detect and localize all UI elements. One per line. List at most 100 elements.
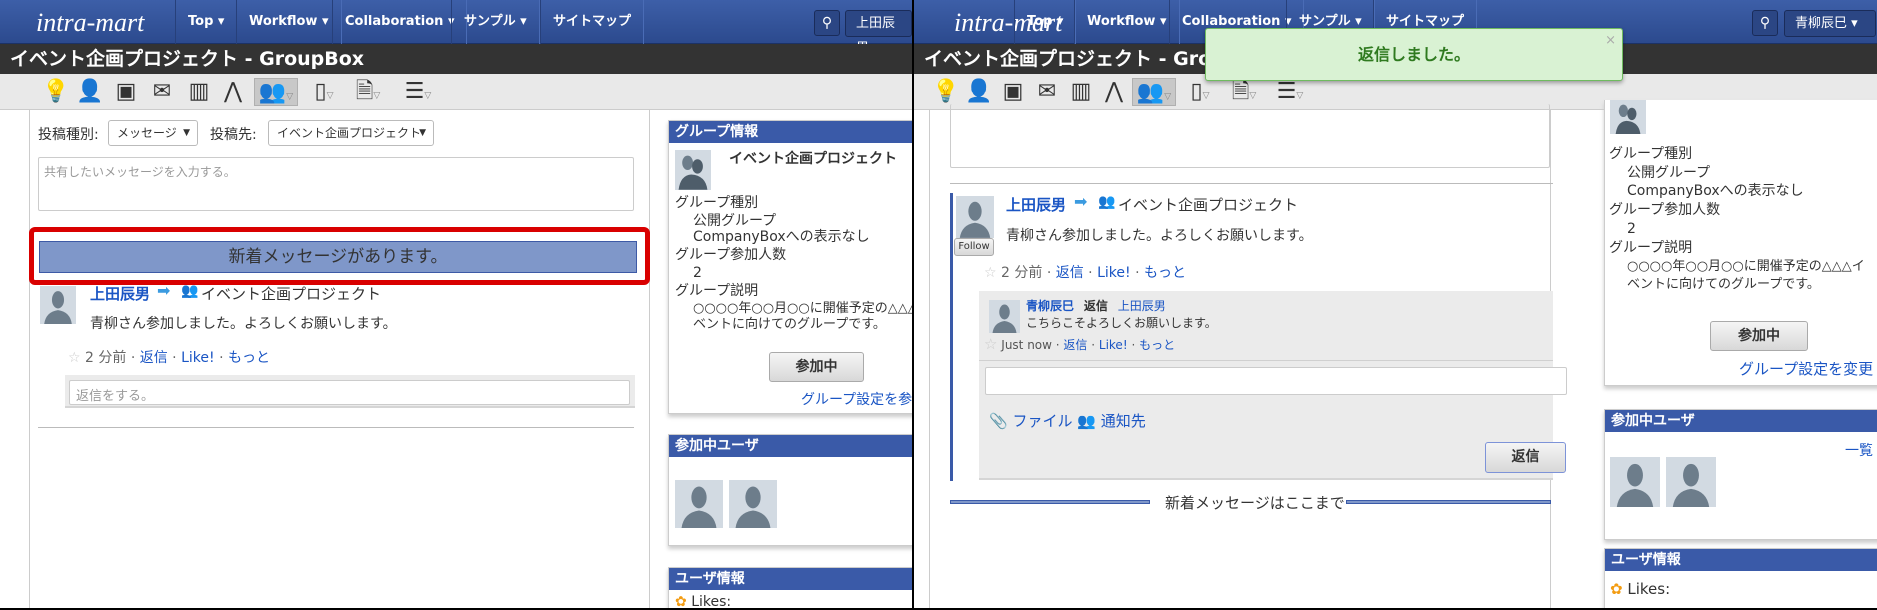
- post-to-select[interactable]: イベント企画プロジェクト ▼: [268, 120, 434, 146]
- user-icon[interactable]: 👤: [964, 78, 994, 106]
- reply-avatar[interactable]: [989, 300, 1020, 333]
- flower-icon: ✿: [675, 594, 687, 608]
- document-icon[interactable]: 🗎▽: [1224, 78, 1264, 106]
- post-target[interactable]: イベント企画プロジェクト: [201, 283, 381, 304]
- reply-author[interactable]: 青柳辰巳: [1026, 299, 1074, 313]
- building-icon[interactable]: ▥: [184, 78, 214, 106]
- nav-workflow[interactable]: Workflow ▾: [236, 0, 342, 44]
- follow-button[interactable]: Follow: [954, 238, 994, 256]
- box-icon[interactable]: ▣: [111, 78, 141, 106]
- likes-label: ✿ Likes:: [675, 594, 732, 608]
- box-icon[interactable]: ▣: [998, 78, 1028, 106]
- like-link[interactable]: Like!: [1099, 338, 1128, 352]
- nav-top[interactable]: Top ▾: [175, 0, 238, 44]
- attach-row: 📎 ファイル 👥 通知先: [989, 410, 1146, 431]
- user-icon[interactable]: 👤: [75, 78, 105, 106]
- compass-icon[interactable]: ⋀: [1099, 78, 1129, 106]
- post-author[interactable]: 上田辰男: [90, 283, 150, 304]
- post-type-select[interactable]: メッセージ ▼: [108, 120, 198, 146]
- list-icon[interactable]: ☰▽: [398, 78, 438, 106]
- joined-button[interactable]: 参加中: [1710, 321, 1808, 351]
- reply-action: 返信: [1083, 299, 1108, 313]
- panel-header: ユーザ情報: [669, 568, 912, 590]
- intra-mart-logo[interactable]: intra-mart: [36, 8, 144, 38]
- mail-icon[interactable]: ✉: [1032, 78, 1062, 106]
- group-icon[interactable]: 👥▽: [254, 78, 298, 106]
- profile-icon[interactable]: ▯▽: [304, 78, 344, 106]
- member-avatar[interactable]: [675, 480, 723, 528]
- new-messages-end-line: [950, 500, 1150, 504]
- toast-notification: 返信しました。 ×: [1205, 28, 1623, 81]
- reply-body: こちらこそよろしくお願いします。: [1026, 316, 1217, 330]
- avatar[interactable]: [40, 286, 76, 324]
- group-avatar: [675, 150, 711, 190]
- post-target[interactable]: イベント企画プロジェクト: [1118, 194, 1298, 215]
- document-icon[interactable]: 🗎▽: [348, 78, 388, 106]
- reply-to[interactable]: 上田辰男: [1118, 299, 1166, 313]
- reply-footer: ☆ Just now · 返信 · Like! · もっと: [984, 335, 1176, 353]
- reply-link[interactable]: 返信: [1056, 265, 1084, 281]
- reply-link[interactable]: 返信: [140, 350, 168, 366]
- post-left-border: [950, 193, 953, 481]
- panel-header: ユーザ情報: [1605, 549, 1877, 571]
- reply-link[interactable]: 返信: [1063, 338, 1087, 352]
- post-type-label: 投稿種別:: [38, 127, 99, 143]
- user-info-panel: ユーザ情報 ✿ Likes:: [668, 567, 912, 608]
- flower-icon: ✿: [1610, 580, 1623, 598]
- more-link[interactable]: もっと: [228, 350, 270, 366]
- group-settings-link[interactable]: グループ設定を変更: [1739, 358, 1873, 379]
- members-panel: 参加中ユーザ: [668, 434, 912, 546]
- member-avatar[interactable]: [1666, 457, 1716, 507]
- new-messages-end-line: [1346, 500, 1551, 504]
- right-screen: intra-mart Top ▾ Workflow ▾ Collaboratio…: [914, 0, 1877, 608]
- profile-icon[interactable]: ▯▽: [1180, 78, 1220, 106]
- star-icon[interactable]: ☆: [984, 335, 997, 353]
- post-author[interactable]: 上田辰男: [1006, 194, 1066, 215]
- compass-icon[interactable]: ⋀: [218, 78, 248, 106]
- more-link[interactable]: もっと: [1139, 338, 1175, 352]
- message-input[interactable]: [950, 104, 1550, 168]
- close-icon[interactable]: ×: [1605, 15, 1616, 66]
- nav-sitemap[interactable]: サイトマップ: [540, 0, 645, 44]
- member-avatar[interactable]: [729, 480, 777, 528]
- reply-input[interactable]: 返信をする。: [69, 380, 630, 405]
- building-icon[interactable]: ▥: [1066, 78, 1096, 106]
- mail-icon[interactable]: ✉: [147, 78, 177, 106]
- reply-input[interactable]: [985, 367, 1567, 395]
- like-link[interactable]: Like!: [181, 350, 215, 366]
- search-icon[interactable]: ⚲: [1752, 10, 1778, 36]
- members-list-link[interactable]: 一覧: [1845, 440, 1873, 460]
- member-avatar[interactable]: [1610, 457, 1660, 507]
- post-body: 青柳さん参加しました。よろしくお願いします。: [1006, 228, 1313, 244]
- user-menu[interactable]: 上田辰男: [845, 10, 912, 56]
- panel-header: グループ情報: [669, 121, 912, 143]
- group-settings-link[interactable]: グループ設定を参照: [801, 389, 912, 409]
- user-menu[interactable]: 青柳辰巳 ▾: [1784, 10, 1876, 37]
- star-icon[interactable]: ☆: [984, 265, 997, 281]
- list-icon[interactable]: ☰▽: [1270, 78, 1310, 106]
- joined-button[interactable]: 参加中: [769, 352, 864, 382]
- nav-sample[interactable]: サンプル ▾: [451, 0, 540, 44]
- arrow-icon: ➡: [157, 281, 171, 300]
- new-message-bar[interactable]: 新着メッセージがあります。: [39, 241, 637, 273]
- nav-workflow[interactable]: Workflow ▾: [1074, 0, 1180, 44]
- star-icon[interactable]: ☆: [68, 350, 81, 366]
- group-small-icon: 👥: [181, 283, 199, 299]
- search-icon[interactable]: ⚲: [814, 10, 840, 36]
- reply-time: Just now: [1001, 338, 1052, 352]
- message-input[interactable]: 共有したいメッセージを入力する。: [38, 157, 634, 211]
- nav-collaboration[interactable]: Collaboration ▾: [332, 0, 468, 44]
- notify-link[interactable]: 通知先: [1101, 412, 1146, 430]
- reply-header: 青柳辰巳 返信 上田辰男: [1026, 297, 1166, 314]
- like-link[interactable]: Like!: [1097, 265, 1131, 281]
- lightbulb-icon[interactable]: 💡: [931, 78, 961, 106]
- avatar[interactable]: [956, 196, 994, 238]
- reply-submit-button[interactable]: 返信: [1485, 442, 1566, 473]
- nav-top[interactable]: Top ▾: [1014, 0, 1077, 44]
- post-time: 2 分前: [85, 350, 127, 366]
- group-icon[interactable]: 👥▽: [1132, 78, 1176, 106]
- file-link[interactable]: ファイル: [1012, 412, 1072, 430]
- more-link[interactable]: もっと: [1144, 265, 1186, 281]
- lightbulb-icon[interactable]: 💡: [41, 78, 71, 106]
- user-info-panel: ユーザ情報 ✿ Likes:: [1604, 548, 1877, 608]
